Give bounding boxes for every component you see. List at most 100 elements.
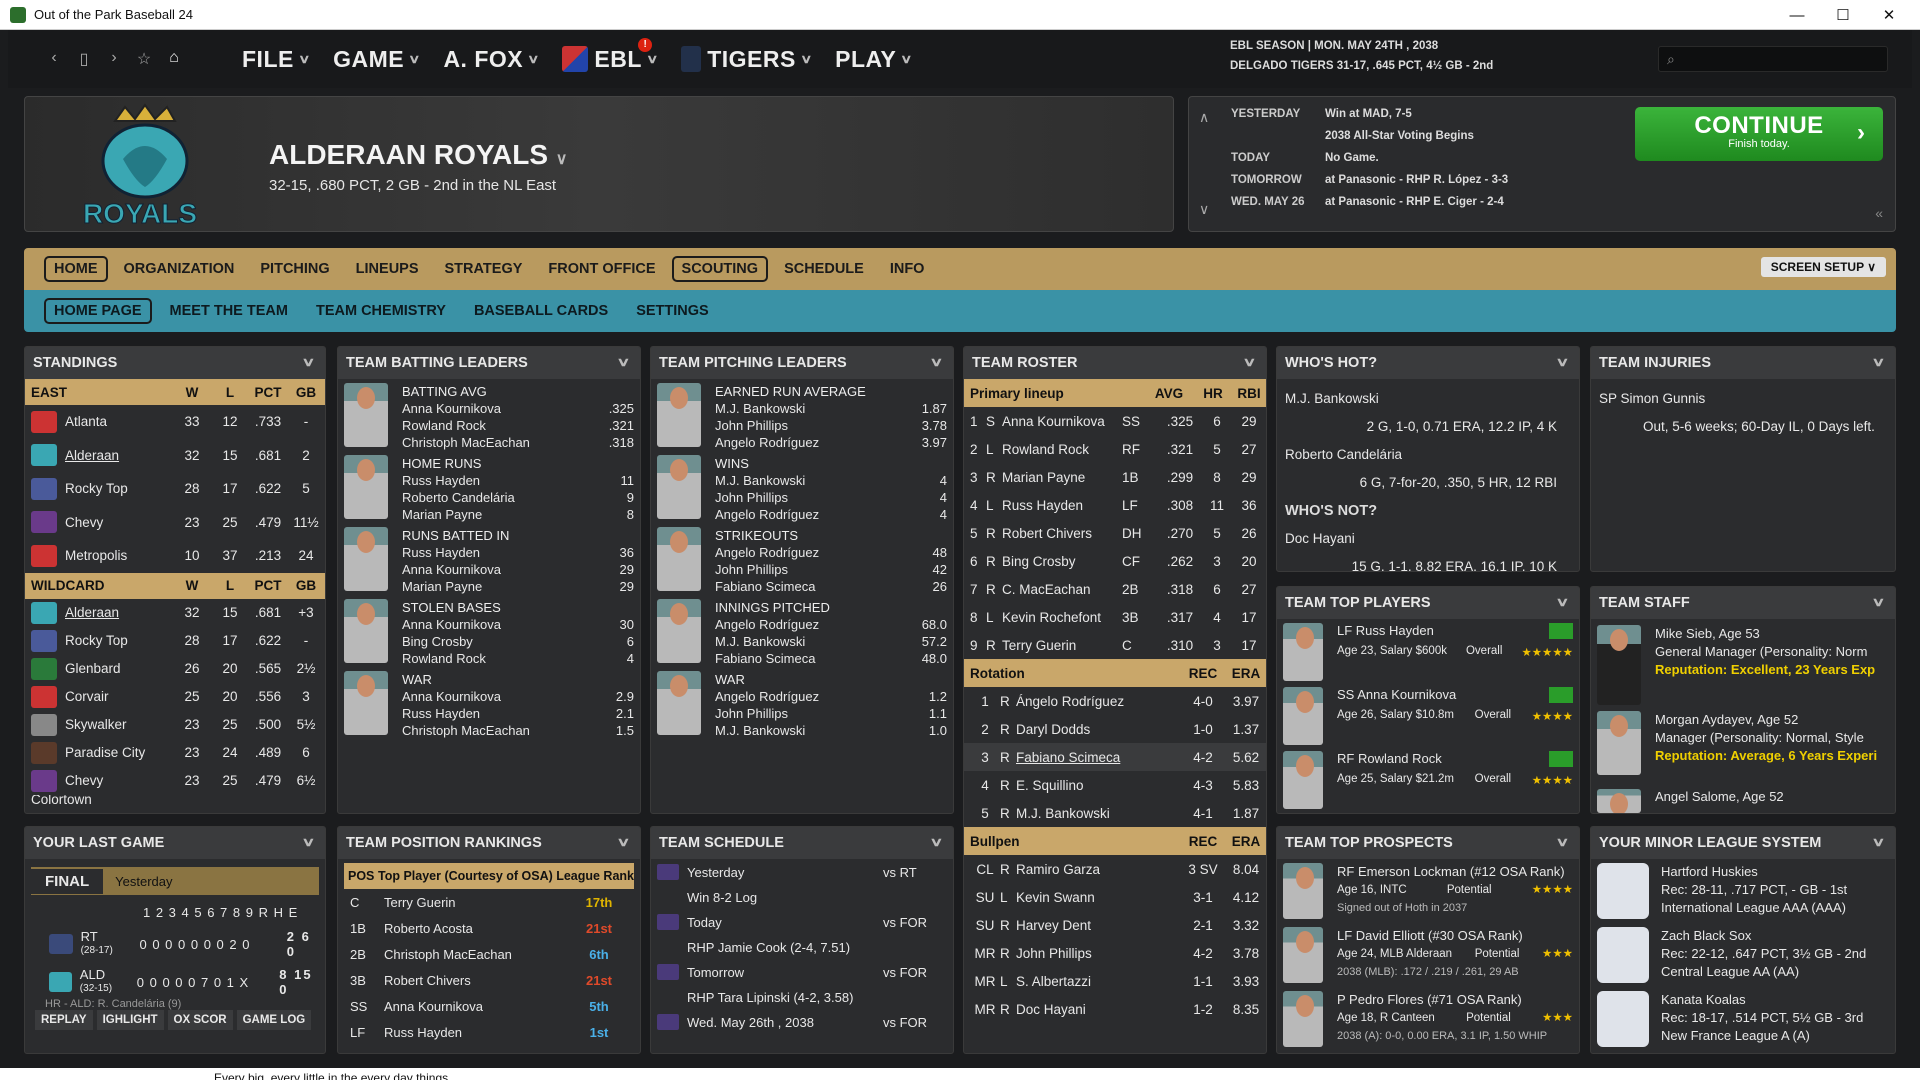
- player-name[interactable]: Roberto Candelária: [402, 489, 515, 506]
- tab-strategy[interactable]: STRATEGY: [435, 256, 533, 282]
- lineup-row[interactable]: 4 L Russ Hayden LF .308 11 36: [964, 491, 1266, 519]
- leader-row[interactable]: Russ Hayden 36: [402, 544, 634, 561]
- standings-row[interactable]: Alderaan 32 15 .681 2: [25, 439, 325, 473]
- player-name[interactable]: Rowland Rock: [402, 650, 486, 667]
- player-name[interactable]: John Phillips: [715, 417, 788, 434]
- standings-row[interactable]: Skywalker 23 25 .500 5½: [25, 711, 325, 739]
- lineup-row[interactable]: 6 R Bing Crosby CF .262 3 20: [964, 547, 1266, 575]
- player-name[interactable]: Robert Chivers: [384, 973, 564, 988]
- player-name[interactable]: M.J. Bankowski: [715, 722, 805, 739]
- menu-file[interactable]: FILE ∨: [242, 46, 310, 73]
- minor-team[interactable]: Zach Black Sox Rec: 22-12, .647 PCT, 3½ G…: [1591, 923, 1895, 987]
- player-name[interactable]: Bing Crosby: [1002, 554, 1122, 569]
- top-player[interactable]: LF Russ Hayden Age 23, Salary $600k Overal…: [1277, 619, 1579, 683]
- maximize-icon[interactable]: ☐: [1820, 0, 1866, 30]
- subtab-settings[interactable]: SETTINGS: [626, 298, 719, 324]
- minor-team[interactable]: Hartford Huskies Rec: 28-11, .717 PCT, - …: [1591, 859, 1895, 923]
- screen-setup-button[interactable]: SCREEN SETUP ∨: [1760, 257, 1886, 277]
- lineup-row[interactable]: 3 R Marian Payne 1B .299 8 29: [964, 463, 1266, 491]
- collapse-icon[interactable]: «: [1875, 205, 1883, 221]
- chevron-down-icon[interactable]: ∨: [556, 151, 568, 168]
- standings-row[interactable]: Rocky Top 28 17 .622 -: [25, 627, 325, 655]
- player-name[interactable]: Marian Payne: [402, 506, 482, 523]
- leader-row[interactable]: Marian Payne 29: [402, 578, 634, 595]
- player-name[interactable]: Angelo Rodríguez: [715, 544, 819, 561]
- player-name[interactable]: Bing Crosby: [402, 633, 473, 650]
- chevron-down-icon[interactable]: ∨: [1556, 835, 1570, 849]
- player-name[interactable]: Roberto Acosta: [384, 921, 564, 936]
- leader-row[interactable]: Marian Payne 8: [402, 506, 634, 523]
- leader-row[interactable]: John Phillips 3.78: [715, 417, 947, 434]
- star-icon[interactable]: ☆: [136, 49, 152, 69]
- player-name[interactable]: Russ Hayden: [402, 472, 480, 489]
- leader-row[interactable]: John Phillips 42: [715, 561, 947, 578]
- back-icon[interactable]: ‹: [46, 49, 62, 69]
- player-name[interactable]: Christoph MacEachan: [402, 434, 530, 451]
- leader-row[interactable]: Rowland Rock 4: [402, 650, 634, 667]
- prospect[interactable]: P Pedro Flores (#71 OSA Rank) Age 18, R C…: [1277, 987, 1579, 1051]
- player-name[interactable]: Angelo Rodríguez: [715, 688, 819, 705]
- chevron-down-icon[interactable]: ∨: [1556, 355, 1570, 369]
- highlights-button[interactable]: IGHLIGHT: [96, 1010, 164, 1030]
- team-name[interactable]: Atlanta: [65, 414, 173, 429]
- leader-row[interactable]: Russ Hayden 11: [402, 472, 634, 489]
- minor-team-name[interactable]: Kanata Koalas: [1661, 991, 1863, 1009]
- team-name[interactable]: Chevy: [65, 773, 173, 788]
- close-icon[interactable]: ✕: [1866, 0, 1912, 30]
- lineup-row[interactable]: 1 S Anna Kournikova SS .325 6 29: [964, 407, 1266, 435]
- player-name[interactable]: Marian Payne: [402, 578, 482, 595]
- player-name[interactable]: Christoph MacEachan: [402, 722, 530, 739]
- leader-row[interactable]: Anna Kournikova .325: [402, 400, 634, 417]
- player-name[interactable]: Russ Hayden: [1002, 498, 1122, 513]
- leader-row[interactable]: Angelo Rodríguez 4: [715, 506, 947, 523]
- standings-row[interactable]: Rocky Top 28 17 .622 5: [25, 472, 325, 506]
- continue-button[interactable]: CONTINUE Finish today. ›: [1635, 107, 1883, 161]
- schedule-row[interactable]: Today vs FOR: [651, 909, 953, 935]
- standings-row[interactable]: Chevy 23 25 .479 6½: [25, 767, 325, 795]
- top-player[interactable]: SS Anna Kournikova Age 26, Salary $10.8m O…: [1277, 683, 1579, 747]
- leader-row[interactable]: M.J. Bankowski 1.0: [715, 722, 947, 739]
- player-name[interactable]: M.J. Bankowski: [1016, 806, 1180, 821]
- player-name[interactable]: Russ Hayden: [402, 544, 480, 561]
- player-name[interactable]: C. MacEachan: [1002, 582, 1122, 597]
- bullpen-row[interactable]: MR R Doc Hayani 1-2 8.35: [964, 995, 1266, 1023]
- chevron-down-icon[interactable]: ∨: [1872, 595, 1886, 609]
- hot-player[interactable]: Roberto Candelária: [1285, 441, 1571, 469]
- player-name[interactable]: Angelo Rodríguez: [715, 434, 819, 451]
- ranking-row[interactable]: 3B Robert Chivers 21st: [344, 967, 634, 993]
- search-input[interactable]: ⌕: [1658, 46, 1888, 72]
- player-name[interactable]: Christoph MacEachan: [384, 947, 564, 962]
- subtab-home-page[interactable]: HOME PAGE: [44, 298, 152, 324]
- leader-row[interactable]: Fabiano Scimeca 48.0: [715, 650, 947, 667]
- player-name[interactable]: Terry Guerin: [1002, 638, 1122, 653]
- player-name[interactable]: S. Albertazzi: [1016, 974, 1180, 989]
- rotation-row[interactable]: 5 R M.J. Bankowski 4-1 1.87: [964, 799, 1266, 827]
- schedule-row[interactable]: Tomorrow vs FOR: [651, 959, 953, 985]
- ranking-row[interactable]: C Terry Guerin 17th: [344, 889, 634, 915]
- player-name[interactable]: Rowland Rock: [402, 417, 486, 434]
- ranking-row[interactable]: 1B Roberto Acosta 21st: [344, 915, 634, 941]
- box-score-button[interactable]: OX SCOR: [167, 1010, 233, 1030]
- rotation-row[interactable]: 1 R Ángelo Rodríguez 4-0 3.97: [964, 687, 1266, 715]
- leader-row[interactable]: Christoph MacEachan 1.5: [402, 722, 634, 739]
- player-name[interactable]: Anna Kournikova: [384, 999, 564, 1014]
- team-name[interactable]: Rocky Top: [65, 633, 173, 648]
- tab-scouting[interactable]: SCOUTING: [671, 256, 769, 282]
- standings-row[interactable]: Chevy 23 25 .479 11½: [25, 506, 325, 540]
- bullpen-row[interactable]: SU L Kevin Swann 3-1 4.12: [964, 883, 1266, 911]
- team-name[interactable]: Colortown: [31, 795, 325, 805]
- leader-row[interactable]: M.J. Bankowski 57.2: [715, 633, 947, 650]
- forward-icon[interactable]: ›: [106, 49, 122, 69]
- player-name[interactable]: Kevin Swann: [1016, 890, 1180, 905]
- player-name[interactable]: Robert Chivers: [1002, 526, 1122, 541]
- player-name[interactable]: LF David Elliott (#30 OSA Rank): [1337, 927, 1573, 945]
- lineup-row[interactable]: 2 L Rowland Rock RF .321 5 27: [964, 435, 1266, 463]
- schedule-row[interactable]: Wed. May 26th , 2038 vs FOR: [651, 1009, 953, 1035]
- staff-name[interactable]: Angel Salome, Age 52: [1655, 789, 1784, 813]
- player-name[interactable]: Anna Kournikova: [402, 688, 501, 705]
- player-name[interactable]: LF Russ Hayden: [1337, 623, 1434, 639]
- standings-row[interactable]: Paradise City 23 24 .489 6: [25, 739, 325, 767]
- team-name[interactable]: Metropolis: [65, 548, 173, 563]
- replay-button[interactable]: REPLAY: [35, 1010, 93, 1030]
- chevron-down-icon[interactable]: ∨: [617, 835, 631, 849]
